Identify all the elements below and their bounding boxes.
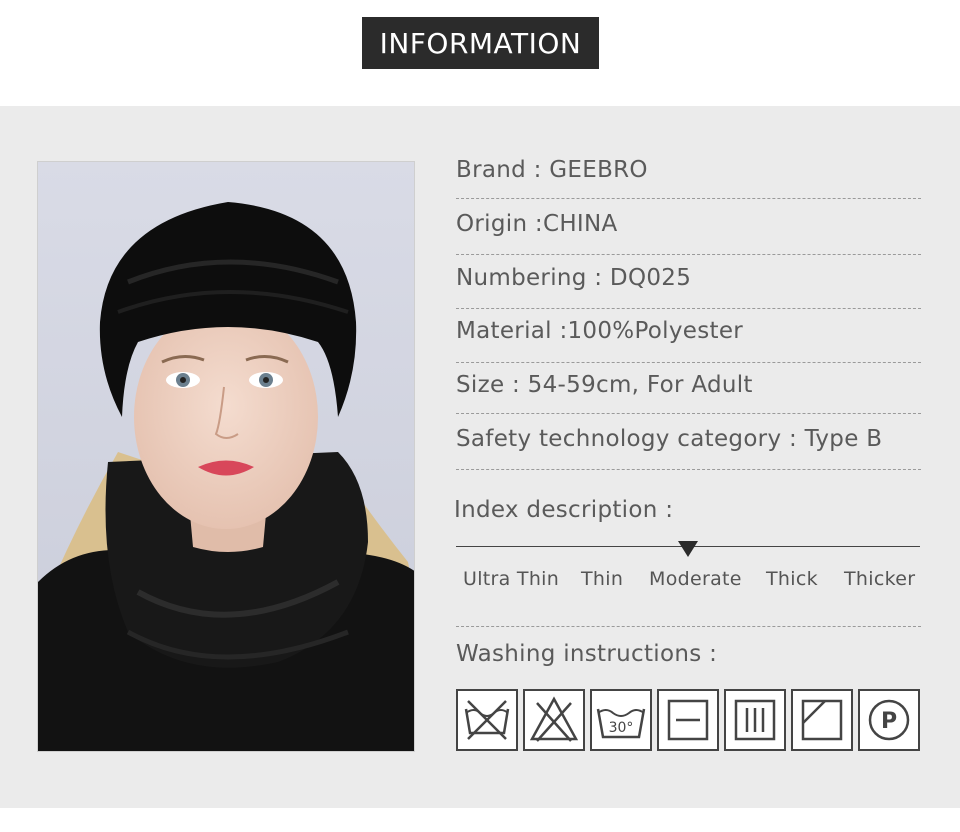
section-title: INFORMATION — [362, 17, 599, 69]
divider — [456, 626, 921, 627]
product-photo — [37, 161, 415, 752]
info-origin: Origin :CHINA — [456, 211, 618, 237]
wash-temperature-label: 30° — [609, 720, 634, 736]
scale-label-ultra-thin: Ultra Thin — [463, 568, 560, 590]
scale-label-moderate: Moderate — [649, 568, 742, 590]
info-brand: Brand : GEEBRO — [456, 157, 648, 183]
model-wearing-velvet-hat-image — [38, 162, 414, 751]
dry-clean-letter: P — [881, 709, 897, 734]
do-not-bleach-icon — [523, 689, 585, 751]
divider — [456, 362, 921, 363]
dry-flat-icon — [657, 689, 719, 751]
washing-instructions-label: Washing instructions : — [456, 641, 718, 667]
drip-dry-icon — [724, 689, 786, 751]
index-description-label: Index description : — [454, 497, 674, 523]
divider — [456, 308, 921, 309]
dry-in-shade-icon — [791, 689, 853, 751]
wash-30-icon: 30° — [590, 689, 652, 751]
do-not-wash-icon — [456, 689, 518, 751]
scale-label-thick: Thick — [766, 568, 818, 590]
info-safety: Safety technology category : Type B — [456, 426, 883, 452]
info-numbering: Numbering : DQ025 — [456, 265, 692, 291]
scale-label-thicker: Thicker — [844, 568, 916, 590]
title-area: INFORMATION — [0, 0, 960, 106]
divider — [456, 254, 921, 255]
info-material: Material :100%Polyester — [456, 318, 744, 344]
divider — [456, 198, 921, 199]
scale-label-thin: Thin — [581, 568, 624, 590]
dry-clean-p-icon: P — [858, 689, 920, 751]
thickness-marker-icon — [678, 541, 698, 557]
divider — [456, 469, 921, 470]
bottom-strip — [0, 808, 960, 832]
info-size: Size : 54-59cm, For Adult — [456, 372, 753, 398]
washing-icons: 30° P — [456, 689, 920, 751]
divider — [456, 413, 921, 414]
